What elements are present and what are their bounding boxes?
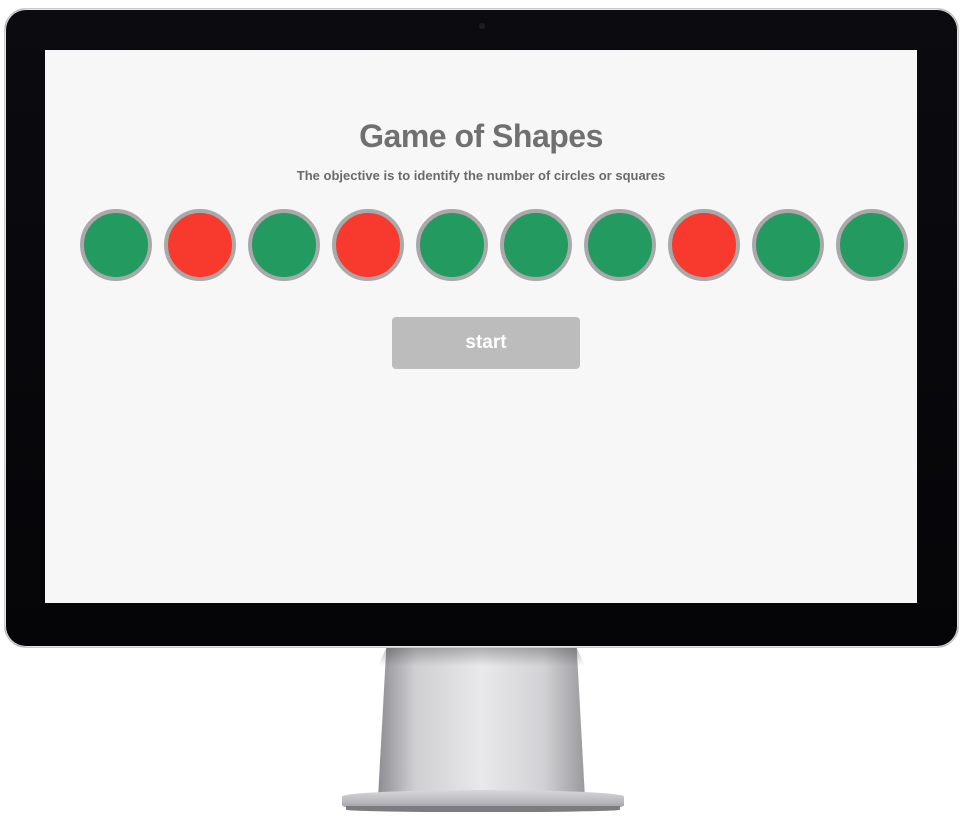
objective-text: The objective is to identify the number …: [296, 168, 666, 183]
green-circle-shape: [500, 209, 572, 281]
red-circle-shape: [164, 209, 236, 281]
green-circle-shape: [248, 209, 320, 281]
monitor-mockup: Game of Shapes The objective is to ident…: [0, 0, 964, 825]
green-circle-shape: [752, 209, 824, 281]
monitor-stand-shadow: [378, 648, 585, 666]
green-circle-shape: [80, 209, 152, 281]
red-circle-shape: [332, 209, 404, 281]
green-circle-shape: [416, 209, 488, 281]
green-circle-shape: [836, 209, 908, 281]
shapes-row: [80, 209, 908, 281]
monitor-stand-base-edge: [346, 806, 620, 812]
monitor-stand-neck: [378, 648, 585, 798]
green-circle-shape: [584, 209, 656, 281]
app-screen: Game of Shapes The objective is to ident…: [45, 50, 917, 603]
start-button[interactable]: start: [392, 317, 580, 369]
camera-icon: [479, 23, 485, 29]
red-circle-shape: [668, 209, 740, 281]
page-title: Game of Shapes: [359, 118, 603, 154]
